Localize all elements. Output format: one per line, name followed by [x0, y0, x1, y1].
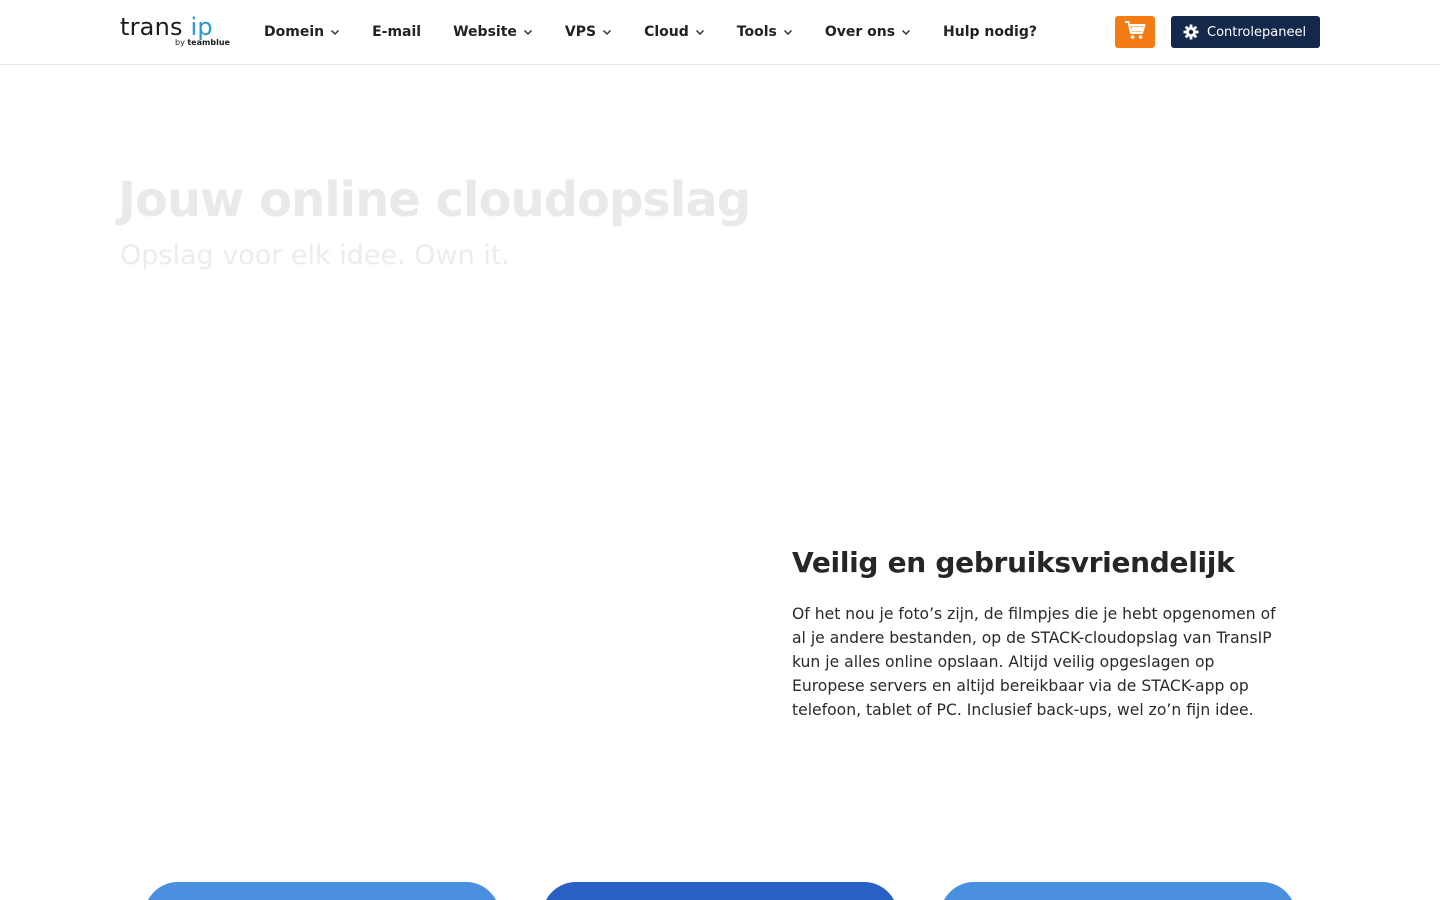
nav-item-tools[interactable]: Tools [737, 24, 793, 40]
control-panel-label: Controlepaneel [1207, 24, 1307, 40]
nav-item-label: Over ons [824, 24, 896, 40]
product-card-highlighted [542, 882, 898, 900]
nav-item-domein[interactable]: Domein [264, 24, 340, 40]
cart-button[interactable] [1115, 16, 1155, 48]
chevron-down-icon [523, 27, 533, 37]
nav-item-label: Domein [264, 24, 325, 40]
logo-tagline: by teamblue [175, 38, 230, 47]
chevron-down-icon [901, 27, 911, 37]
nav-item-label: VPS [564, 24, 597, 40]
nav-item-label: Cloud [644, 24, 689, 40]
shopping-cart-icon [1124, 20, 1146, 44]
nav-item-vps[interactable]: VPS [565, 24, 612, 40]
nav-item-hulp[interactable]: Hulp nodig? [943, 24, 1037, 40]
main-nav: Domein E-mail Website VPS Cloud Tools Ov… [264, 0, 1069, 64]
control-panel-button[interactable]: Controlepaneel [1171, 16, 1320, 48]
nav-item-website[interactable]: Website [453, 24, 533, 40]
nav-item-cloud[interactable]: Cloud [644, 24, 705, 40]
feature-description: Of het nou je foto’s zijn, de filmpjes d… [792, 605, 1276, 719]
nav-item-over-ons[interactable]: Over ons [825, 24, 911, 40]
hero-subtitle: Opslag voor elk idee. Own it. [120, 240, 510, 271]
nav-item-label: Tools [736, 24, 777, 40]
transip-logo[interactable]: trans ip by teamblue [120, 14, 234, 50]
logo-wordmark: trans ip [120, 13, 213, 41]
nav-item-email[interactable]: E-mail [372, 24, 421, 40]
chevron-down-icon [602, 27, 612, 37]
chevron-down-icon [695, 27, 705, 37]
gear-icon [1183, 24, 1199, 40]
nav-item-label: Website [453, 24, 517, 40]
hero-title: Jouw online cloudopslag [118, 172, 751, 228]
chevron-down-icon [330, 27, 340, 37]
feature-title: Veilig en gebruiksvriendelijk [792, 546, 1235, 579]
product-card [940, 882, 1296, 900]
site-header: trans ip by teamblue Domein E-mail Websi… [0, 0, 1440, 65]
chevron-down-icon [783, 27, 793, 37]
product-card [144, 882, 500, 900]
nav-item-label: E-mail [372, 24, 422, 40]
nav-item-label: Hulp nodig? [943, 24, 1037, 40]
